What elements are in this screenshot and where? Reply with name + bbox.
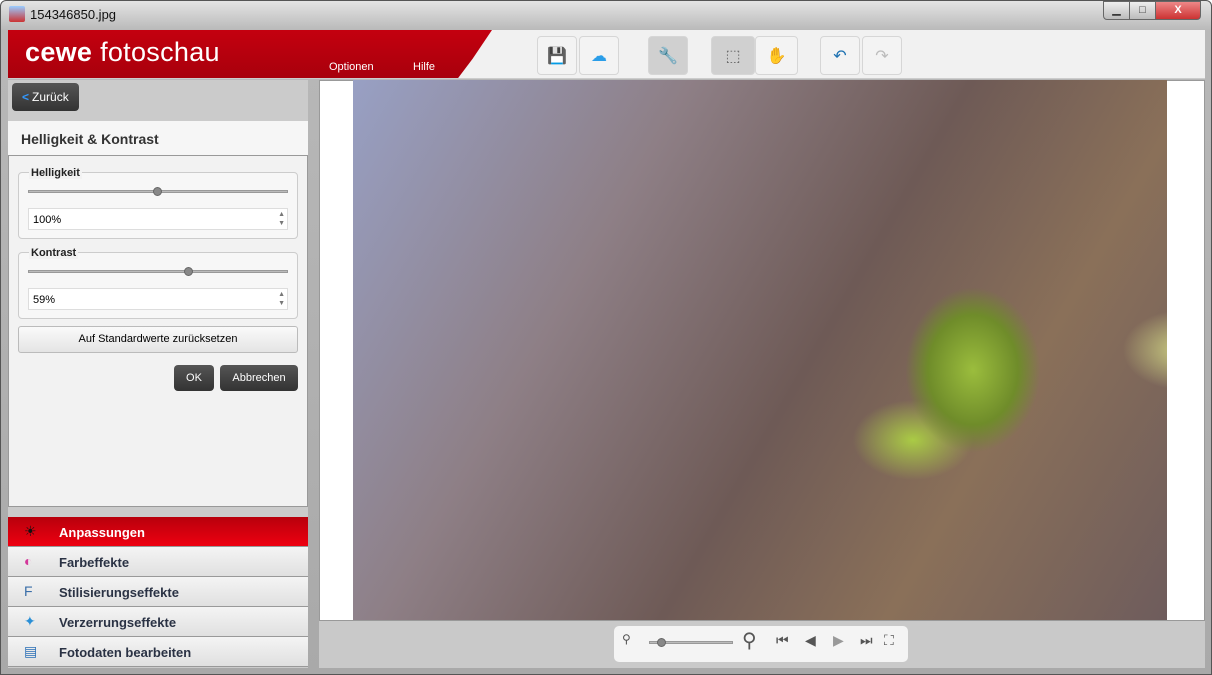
contrast-slider[interactable] [28,270,288,273]
back-button[interactable]: < Zurück [12,83,79,111]
wrench-icon: 🔧 [658,47,678,65]
ok-button[interactable]: OK [174,365,214,391]
maximize-button[interactable]: □ [1129,1,1156,20]
brightness-input[interactable]: 100% ▲ ▼ [28,208,288,230]
hand-icon: ✋ [766,47,787,65]
cancel-button[interactable]: Abbrechen [220,365,298,391]
undo-icon: ↶ [833,47,847,65]
undo-button[interactable]: ↶ [820,36,860,75]
brightness-slider-knob[interactable] [153,187,162,196]
panel-title: Helligkeit & Kontrast [8,121,308,156]
select-button[interactable]: ⬚ [711,36,755,75]
stylize-icon: F [24,583,33,599]
color-effects-icon: ◐ [24,553,33,569]
menu-hilfe[interactable]: Hilfe [413,61,435,73]
menu-optionen[interactable]: Optionen [329,61,374,73]
nav-stilisierungseffekte[interactable]: F Stilisierungseffekte [8,577,308,607]
app-icon [9,6,25,22]
nav-fotodaten[interactable]: ▤ Fotodaten bearbeiten [8,637,308,667]
save-icon: 💾 [547,47,567,65]
upload-button[interactable]: ☁ [579,36,619,75]
contrast-label: Kontrast [29,247,79,259]
brightness-label: Helligkeit [29,167,82,179]
chevron-left-icon: < [22,90,30,104]
zoom-out-icon[interactable]: ⚲ [622,632,631,646]
previous-image-icon[interactable]: ◀ [805,632,816,649]
close-button[interactable]: X [1155,1,1201,20]
contrast-input[interactable]: 59% ▲ ▼ [28,288,288,310]
zoom-slider-knob[interactable] [656,638,666,647]
distort-icon: ✦ [24,613,36,629]
save-button[interactable]: 💾 [537,36,577,75]
brightness-group: Helligkeit 100% ▲ ▼ [18,167,298,239]
photo-data-icon: ▤ [24,643,38,659]
spin-arrows[interactable]: ▲ ▼ [278,210,285,228]
redo-button[interactable]: ↷ [862,36,902,75]
redo-icon: ↷ [875,47,889,65]
contrast-slider-knob[interactable] [184,267,194,276]
photo[interactable] [353,80,1167,620]
first-image-icon[interactable]: ⏮ [776,632,789,649]
fullscreen-icon[interactable]: ⛶ [884,632,894,649]
last-image-icon[interactable]: ⏭ [860,632,873,649]
zoom-in-icon[interactable]: ⚲ [742,628,757,653]
nav-anpassungen[interactable]: ☀ Anpassungen [8,517,308,547]
window-title: 154346850.jpg [30,7,117,22]
nav-farbeffekte[interactable]: ◐ Farbeffekte [8,547,308,577]
next-image-icon[interactable]: ▶ [833,632,844,649]
nav-verzerrungseffekte[interactable]: ✦ Verzerrungseffekte [8,607,308,637]
marquee-icon: ⬚ [725,47,741,65]
minimize-button[interactable]: ▁ [1103,1,1130,20]
tools-button[interactable]: 🔧 [648,36,688,75]
contrast-group: Kontrast 59% ▲ ▼ [18,247,298,319]
spin-arrows[interactable]: ▲ ▼ [278,290,285,308]
cloud-upload-icon: ☁ [591,47,607,65]
reset-button[interactable]: Auf Standardwerte zurücksetzen [18,326,298,353]
brightness-icon: ☀ [24,523,37,539]
pan-button[interactable]: ✋ [755,36,798,75]
logo: cewe fotoschau [25,37,220,67]
